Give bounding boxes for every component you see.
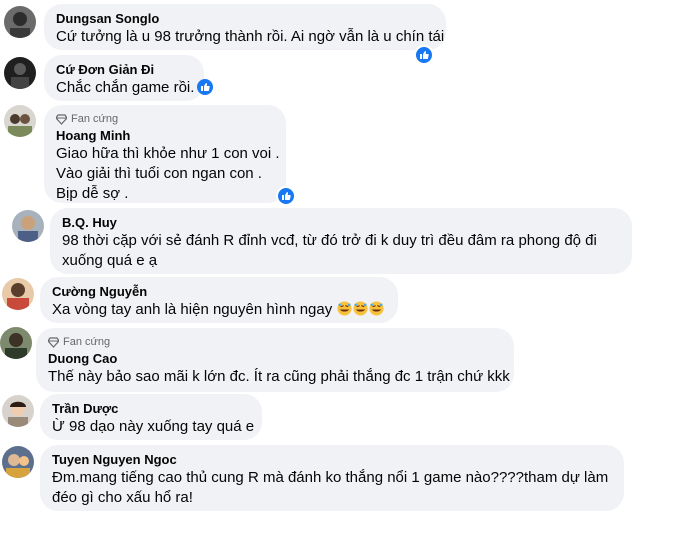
fan-badge: Fan cứng <box>56 112 274 126</box>
avatar[interactable] <box>4 6 36 38</box>
commenter-name[interactable]: Tuyen Nguyen Ngoc <box>52 452 612 468</box>
comment-text: Cứ tưởng là u 98 trưởng thành rồi. Ai ng… <box>56 28 445 45</box>
comment-bubble: Cường Nguyễn Xa vòng tay anh là hiện ngu… <box>40 277 398 323</box>
commenter-name[interactable]: Duong Cao <box>48 351 502 367</box>
rolling-on-floor-laughing-icon <box>369 301 384 316</box>
commenter-name[interactable]: Cứ Đơn Giản Đi <box>56 62 192 78</box>
comment-text: Đm.mang tiếng cao thủ cung R mà đánh ko … <box>52 469 609 486</box>
avatar[interactable] <box>0 327 32 359</box>
comment-text: Bịp dễ sợ . <box>56 185 129 202</box>
like-icon[interactable] <box>197 79 214 95</box>
comment-bubble: Dungsan Songlo Cứ tưởng là u 98 trưởng t… <box>44 4 446 50</box>
rolling-on-floor-laughing-icon <box>337 301 352 316</box>
commenter-name[interactable]: B.Q. Huy <box>62 215 620 231</box>
avatar[interactable] <box>4 105 36 137</box>
comment-text: xuống quá e ạ <box>62 252 158 269</box>
comment-text: đéo gì cho xấu hổ ra! <box>52 489 193 506</box>
comment-bubble: B.Q. Huy 98 thời cặp với sẻ đánh R đỉnh … <box>50 208 632 274</box>
comment-text: Thế này bảo sao mãi k lớn đc. Ít ra cũng… <box>48 368 510 385</box>
comment-text: Ừ 98 dạo này xuống tay quá e <box>52 418 255 435</box>
avatar[interactable] <box>2 395 34 427</box>
comment-bubble: Fan cứng Duong Cao Thế này bảo sao mãi k… <box>36 328 514 392</box>
comment-bubble: Cứ Đơn Giản Đi Chắc chắn game rồi. <box>44 55 214 101</box>
comment-bubble: Tuyen Nguyen Ngoc Đm.mang tiếng cao thủ … <box>40 445 624 511</box>
avatar[interactable] <box>2 278 34 310</box>
like-icon[interactable] <box>414 45 434 65</box>
diamond-icon <box>56 113 67 125</box>
commenter-name[interactable]: Hoang Minh <box>56 128 274 144</box>
commenter-name[interactable]: Cường Nguyễn <box>52 284 386 300</box>
comment-text: Giao hữa thì khỏe như 1 con voi . <box>56 145 280 162</box>
rolling-on-floor-laughing-icon <box>353 301 368 316</box>
commenter-name[interactable]: Dungsan Songlo <box>56 11 434 27</box>
comment-text: Vào giải thì tuổi con ngan con . <box>56 165 262 182</box>
like-icon[interactable] <box>276 186 296 206</box>
fan-badge: Fan cứng <box>48 335 502 349</box>
comment-text: Xa vòng tay anh là hiện nguyên hình ngay <box>52 300 386 320</box>
diamond-icon <box>48 336 59 348</box>
avatar[interactable] <box>4 57 36 89</box>
comment-text: 98 thời cặp với sẻ đánh R đỉnh vcđ, từ đ… <box>62 232 597 249</box>
comment-bubble: Fan cứng Hoang Minh Giao hữa thì khỏe nh… <box>44 105 286 203</box>
avatar[interactable] <box>2 446 34 478</box>
avatar[interactable] <box>12 210 44 242</box>
commenter-name[interactable]: Trần Dược <box>52 401 250 417</box>
comment-bubble: Trần Dược Ừ 98 dạo này xuống tay quá e <box>40 394 262 440</box>
comment-text: Chắc chắn game rồi. <box>56 78 214 98</box>
